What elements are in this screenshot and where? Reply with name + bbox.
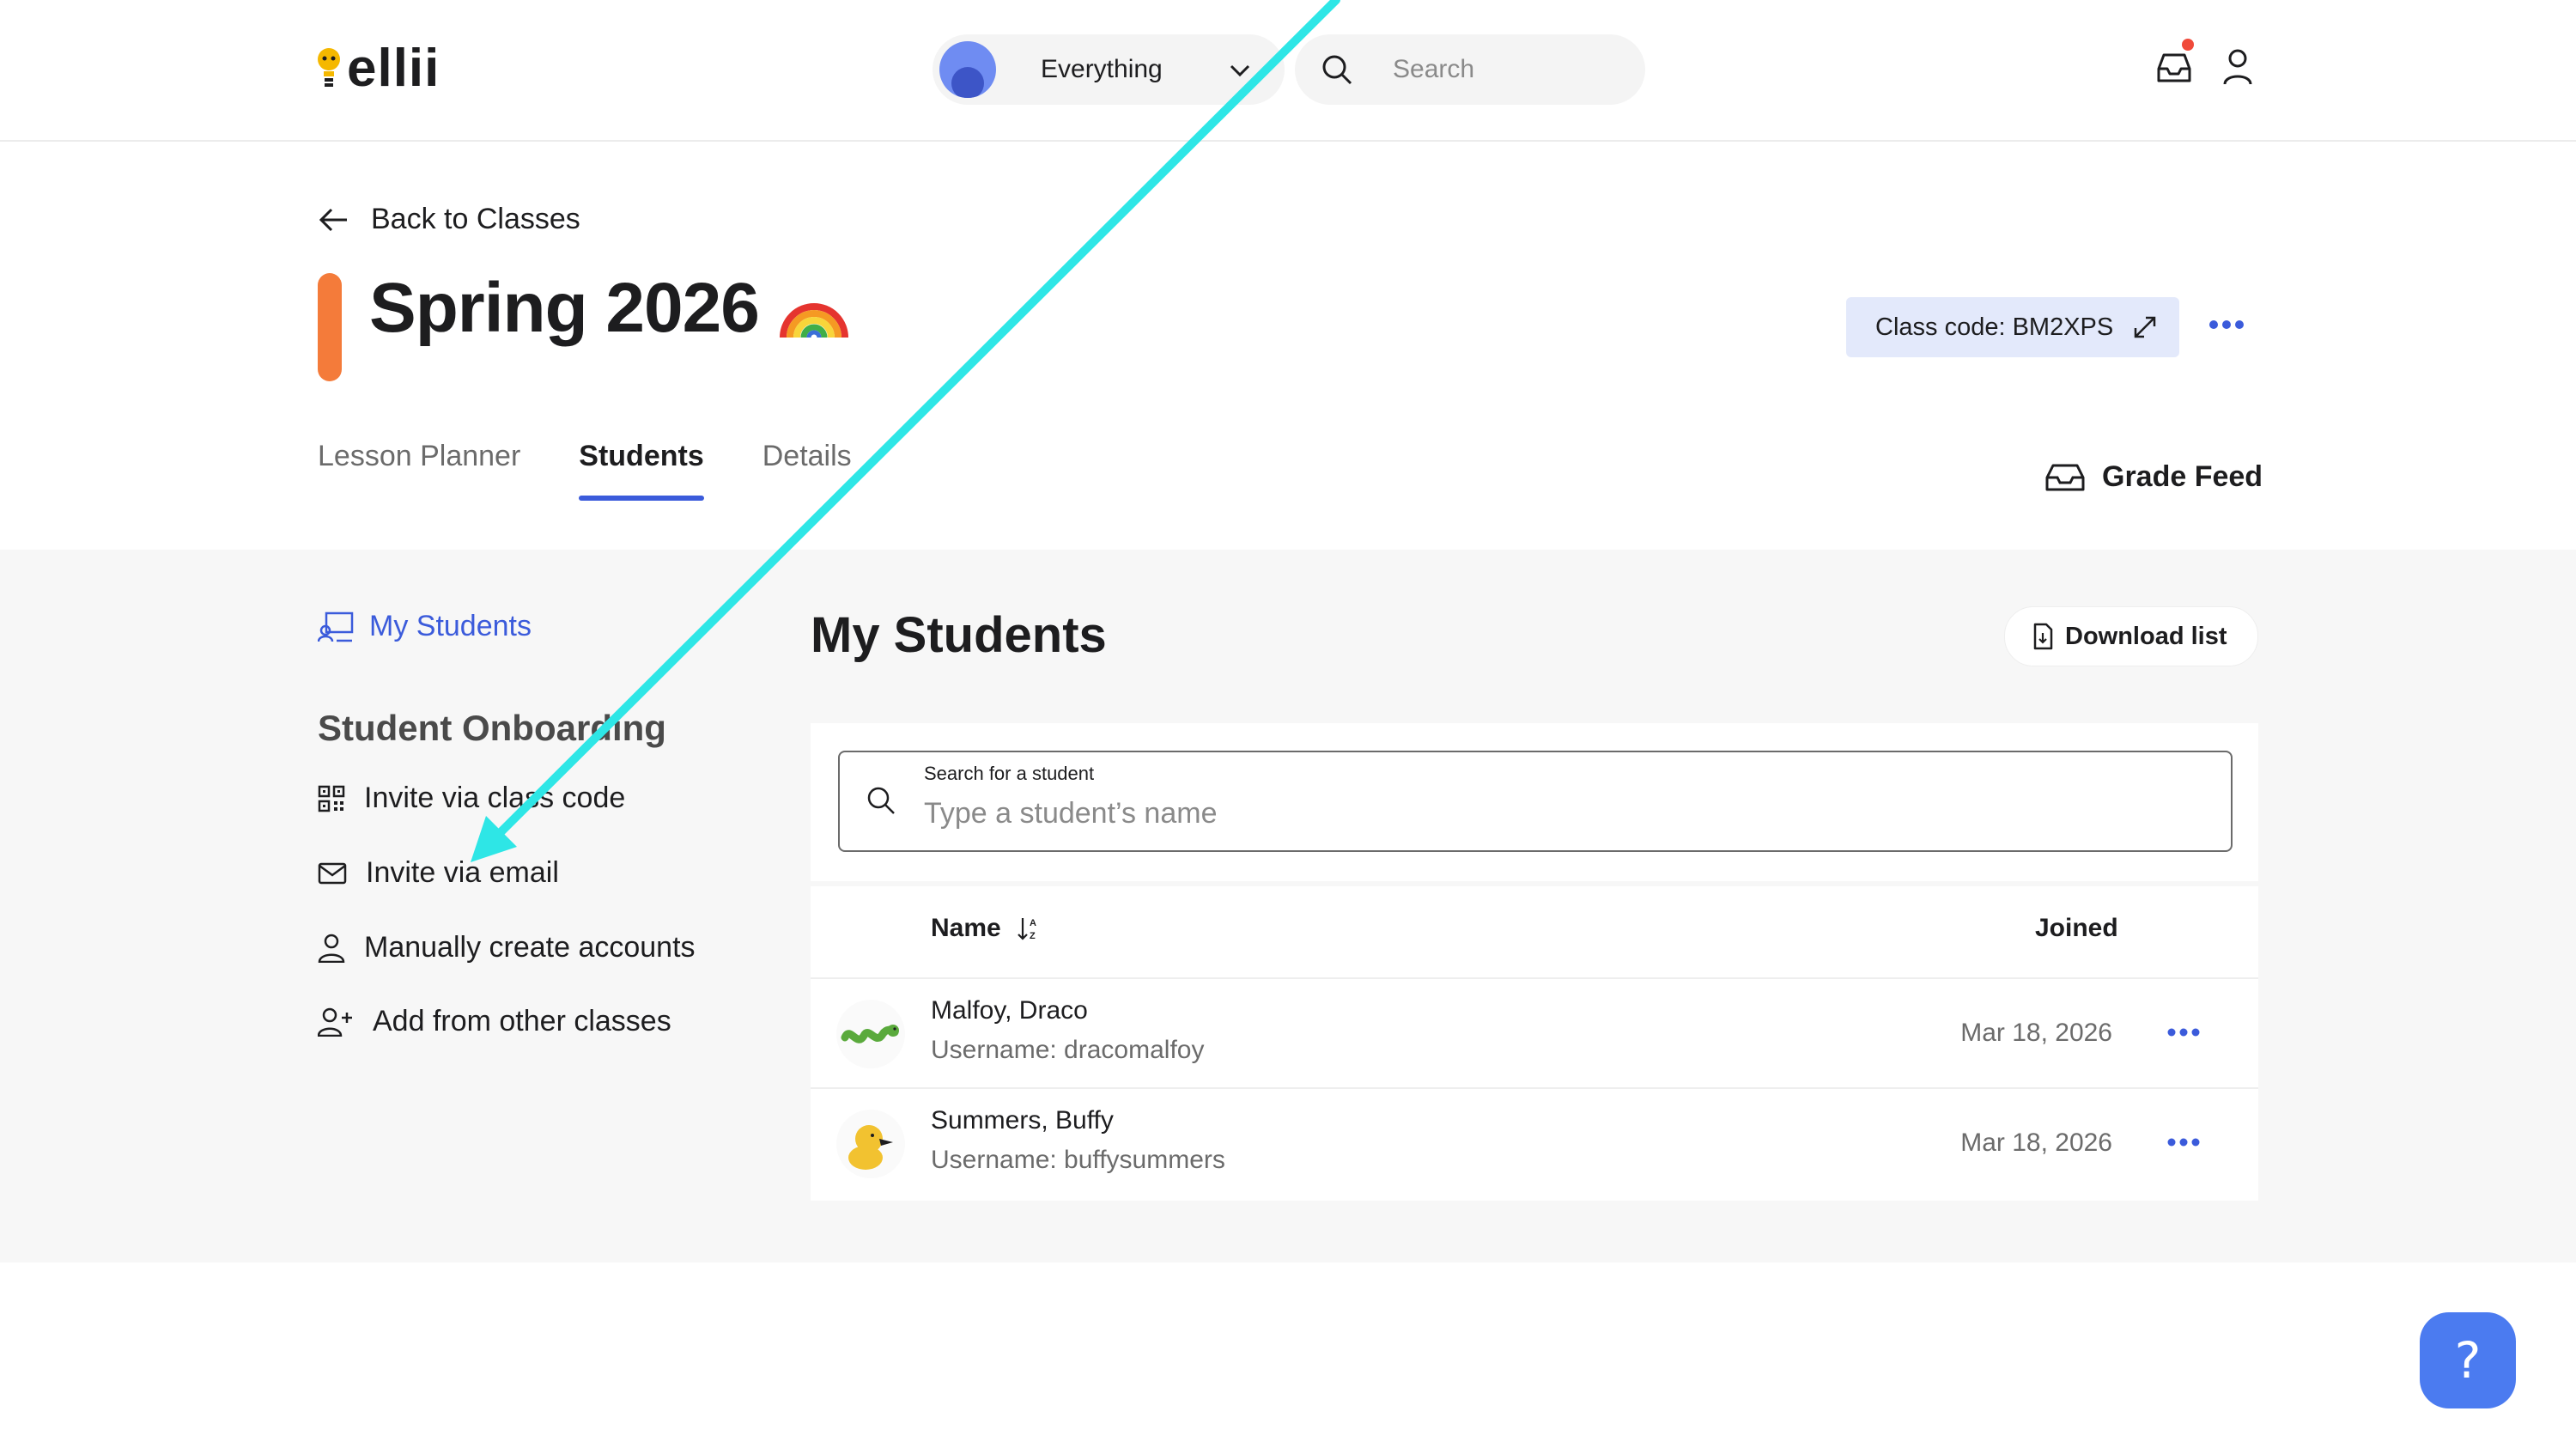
tab-students[interactable]: Students — [579, 440, 705, 501]
download-file-icon — [2033, 623, 2053, 650]
back-label: Back to Classes — [371, 203, 580, 235]
student-name: Summers, Buffy — [931, 1106, 1114, 1135]
class-code-button[interactable]: Class code: BM2XPS — [1846, 297, 2179, 357]
sidebar-item-manual-accounts[interactable]: Manually create accounts — [318, 931, 696, 964]
inbox-tray-icon — [2045, 464, 2085, 490]
row-more-options-icon[interactable] — [2167, 1137, 2200, 1147]
help-button[interactable]: ? — [2420, 1312, 2516, 1408]
onboarding-heading: Student Onboarding — [318, 708, 666, 748]
notification-dot — [2182, 39, 2194, 51]
tab-details[interactable]: Details — [762, 440, 852, 501]
more-options-icon[interactable] — [2208, 319, 2245, 330]
logo-text: ellii — [347, 38, 440, 98]
column-header-joined: Joined — [2035, 914, 2118, 942]
sidebar-item-label: Manually create accounts — [364, 931, 696, 964]
student-joined-date: Mar 18, 2026 — [1960, 1019, 2112, 1047]
class-color-bar — [318, 273, 342, 381]
panel-divider — [811, 881, 2258, 886]
sidebar-item-invite-email[interactable]: Invite via email — [318, 856, 559, 890]
class-title: Spring 2026 — [369, 268, 848, 349]
download-label: Download list — [2065, 622, 2227, 650]
scope-avatar — [939, 41, 996, 98]
class-code-label: Class code: BM2XPS — [1875, 313, 2114, 341]
scope-selector[interactable]: Everything — [933, 34, 1285, 105]
table-row[interactable]: Summers, Buffy Username: buffysummers Ma… — [811, 1087, 2258, 1199]
download-list-button[interactable]: Download list — [2004, 606, 2258, 666]
main-title: My Students — [811, 607, 1107, 663]
student-name: Malfoy, Draco — [931, 996, 1088, 1025]
column-header-name[interactable]: Name AZ — [931, 914, 1041, 943]
sidebar-item-add-other-classes[interactable]: Add from other classes — [318, 1005, 671, 1038]
search-placeholder: Search — [1393, 55, 1475, 83]
student-search-label: Search for a student — [924, 763, 1095, 784]
table-row[interactable]: Malfoy, Draco Username: dracomalfoy Mar … — [811, 977, 2258, 1089]
snake-avatar — [836, 1000, 905, 1068]
mail-icon — [318, 862, 347, 884]
lightbulb-icon — [318, 48, 340, 87]
grade-feed-button[interactable]: Grade Feed — [2044, 460, 2263, 494]
sidebar-item-label: Invite via email — [366, 856, 559, 889]
student-joined-date: Mar 18, 2026 — [1960, 1129, 2112, 1157]
sidebar-item-my-students[interactable]: My Students — [318, 610, 532, 643]
row-more-options-icon[interactable] — [2167, 1027, 2200, 1037]
global-search[interactable]: Search — [1295, 34, 1645, 105]
arrow-left-icon — [319, 208, 347, 231]
inbox-icon[interactable] — [2155, 50, 2193, 84]
student-username: Username: dracomalfoy — [931, 1036, 1205, 1064]
student-search-placeholder: Type a student’s name — [924, 797, 1218, 830]
chevron-down-icon — [1230, 64, 1250, 77]
my-students-label: My Students — [369, 610, 532, 642]
tab-lesson-planner[interactable]: Lesson Planner — [318, 440, 520, 501]
top-navigation: ellii Everything Search — [0, 0, 2576, 142]
ellii-logo[interactable]: ellii — [316, 38, 440, 98]
sidebar-item-invite-class-code[interactable]: Invite via class code — [318, 782, 625, 815]
class-tabs: Lesson Planner Students Details — [318, 440, 910, 501]
search-icon — [1322, 55, 1352, 85]
grade-feed-label: Grade Feed — [2102, 460, 2263, 493]
sidebar-item-label: Invite via class code — [364, 782, 626, 814]
student-search-input[interactable]: Search for a student Type a student’s na… — [838, 751, 2233, 852]
person-icon — [318, 934, 345, 963]
rainbow-icon — [779, 303, 848, 338]
qr-code-icon — [318, 785, 345, 812]
svg-text:A: A — [1030, 918, 1036, 928]
expand-icon — [2134, 316, 2156, 338]
svg-text:Z: Z — [1030, 931, 1036, 941]
student-username: Username: buffysummers — [931, 1146, 1225, 1174]
classroom-icon — [318, 611, 354, 642]
sidebar-item-label: Add from other classes — [373, 1005, 671, 1037]
search-icon — [867, 787, 895, 814]
class-title-text: Spring 2026 — [369, 269, 760, 347]
scope-label: Everything — [1041, 55, 1163, 83]
duck-avatar — [836, 1110, 905, 1178]
question-mark-icon: ? — [2454, 1331, 2482, 1390]
sort-icon: AZ — [1017, 918, 1036, 941]
user-icon[interactable] — [2222, 48, 2253, 86]
back-to-classes-link[interactable]: Back to Classes — [318, 203, 580, 236]
person-add-icon — [318, 1007, 352, 1037]
students-panel: Search for a student Type a student’s na… — [811, 723, 2258, 1201]
column-header-label: Name — [931, 914, 1001, 942]
